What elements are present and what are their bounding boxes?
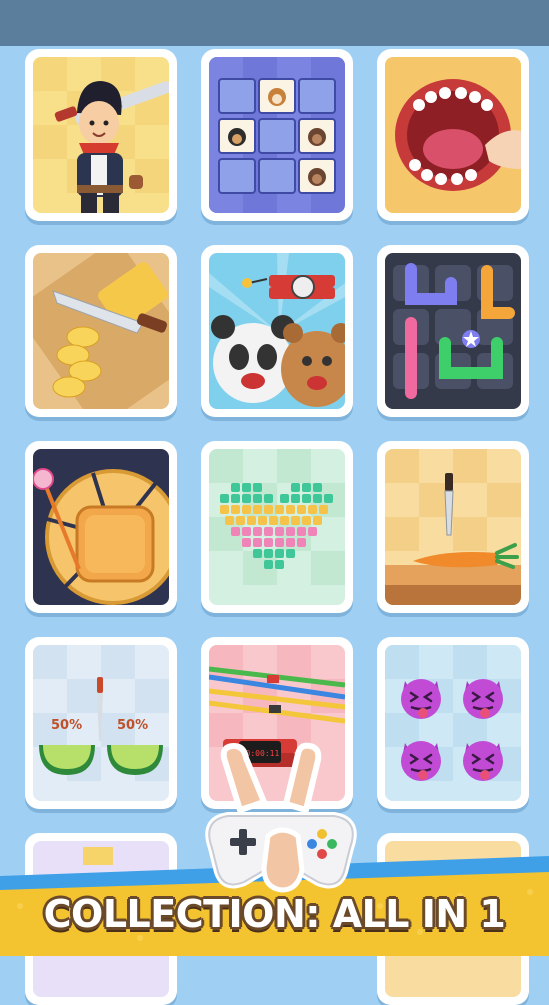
controller-hand-logo [205, 742, 357, 893]
arrow-heart-puzzle-icon [209, 449, 345, 605]
open-mouth-teeth-icon [385, 57, 521, 213]
round-cake-knife-icon [33, 449, 169, 605]
game-card-cake-cut[interactable] [25, 441, 177, 613]
game-card-carrot-slice[interactable] [377, 441, 529, 613]
collection-title: COLLECTION: ALL IN 1 [43, 892, 506, 936]
carrot-knife-icon [385, 449, 521, 605]
dog-tiles-icon [209, 57, 345, 213]
game-card-emoji-match[interactable] [377, 637, 529, 809]
status-bar [0, 0, 549, 46]
panda-bear-dynamite-icon [209, 253, 345, 409]
game-card-heart-arrows[interactable] [201, 441, 353, 613]
game-card-watermelon-split[interactable]: 50% 50% [25, 637, 177, 809]
knife-slicing-icon [33, 253, 169, 409]
right-percent-label: 50% [117, 718, 148, 733]
left-percent-label: 50% [51, 718, 82, 733]
game-card-memory-match[interactable] [201, 49, 353, 221]
game-card-sword-hero[interactable] [25, 49, 177, 221]
game-card-bomb-friends[interactable] [201, 245, 353, 417]
game-card-dentist[interactable] [377, 49, 529, 221]
watermelon-halves-icon: 50% 50% [33, 645, 169, 801]
color-pipes-icon [385, 253, 521, 409]
game-card-cut-butter[interactable] [25, 245, 177, 417]
game-card-pipe-connect[interactable] [377, 245, 529, 417]
hero-with-sword-icon [33, 57, 169, 213]
devil-emojis-icon [385, 645, 521, 801]
